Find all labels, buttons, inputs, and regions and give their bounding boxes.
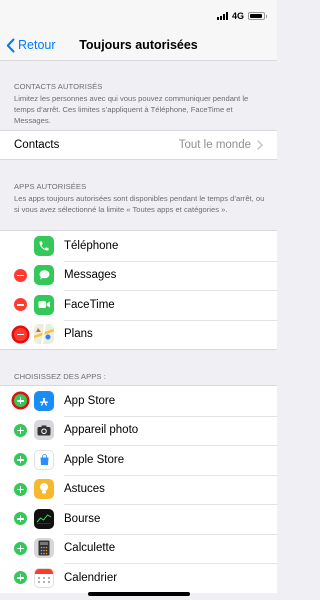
contacts-row-value-wrap: Tout le monde <box>179 139 263 151</box>
app-name: Téléphone <box>64 239 119 252</box>
app-name: Appareil photo <box>64 424 139 437</box>
app-name: Plans <box>64 328 93 341</box>
allowed-apps-list: Téléphone Messages FaceTime Plans <box>0 230 277 350</box>
add-app-button[interactable] <box>14 423 27 437</box>
calculator-icon <box>34 538 54 559</box>
choose-apps-section-header: CHOISISSEZ DES APPS : <box>14 372 106 381</box>
add-app-button[interactable] <box>14 541 27 555</box>
app-name: Calendrier <box>64 571 118 584</box>
allowed-apps-section-description: Les apps toujours autorisées sont dispon… <box>14 194 265 214</box>
allowed-app-row-facetime: FaceTime <box>0 290 277 320</box>
calendar-icon <box>34 567 54 588</box>
choose-app-row-calculator: Calculette <box>0 533 277 564</box>
app-name: Apple Store <box>64 453 125 466</box>
contacts-section-description: Limitez les personnes avec qui vous pouv… <box>14 94 249 125</box>
status-bar: 4G <box>0 0 277 30</box>
signal-icon <box>216 12 228 20</box>
contacts-row-value: Tout le monde <box>178 139 251 151</box>
status-indicators: 4G <box>216 11 267 21</box>
network-label: 4G <box>231 11 244 21</box>
add-app-button[interactable] <box>14 571 27 585</box>
allowed-app-row-messages: Messages <box>0 260 277 291</box>
messages-icon <box>34 265 54 286</box>
battery-icon <box>248 12 267 20</box>
app-name: Calculette <box>64 542 116 555</box>
back-button[interactable]: Retour <box>6 30 56 60</box>
remove-app-button[interactable] <box>14 298 27 312</box>
home-indicator <box>88 592 190 596</box>
navigation-bar: Toujours autorisées Retour <box>0 30 277 61</box>
remove-app-button[interactable] <box>14 268 27 282</box>
choose-app-row-apple-store: Apple Store <box>0 445 277 475</box>
app-name: App Store <box>64 394 116 407</box>
remove-app-button[interactable] <box>14 327 27 341</box>
choose-app-row-calendar: Calendrier <box>0 563 277 593</box>
phone-icon <box>34 235 54 256</box>
app-name: Astuces <box>64 483 105 496</box>
app-store-icon <box>34 390 54 411</box>
tips-icon <box>34 479 54 500</box>
back-button-label: Retour <box>18 38 56 52</box>
add-app-button[interactable] <box>14 512 27 526</box>
choose-app-row-stocks: Bourse <box>0 504 277 534</box>
app-name: Bourse <box>64 512 101 525</box>
allowed-apps-section-header: APPS AUTORISÉES <box>14 182 87 191</box>
camera-icon <box>34 420 54 441</box>
choose-app-row-app-store: App Store <box>0 386 277 416</box>
chevron-right-icon <box>257 140 263 150</box>
add-app-button[interactable] <box>14 482 27 496</box>
contacts-section-header: CONTACTS AUTORISÉS <box>14 82 103 91</box>
choose-app-row-tips: Astuces <box>0 474 277 505</box>
choose-app-row-camera: Appareil photo <box>0 415 277 446</box>
stocks-icon <box>34 508 54 529</box>
contacts-row-label: Contacts <box>14 139 60 151</box>
allowed-app-row-phone: Téléphone <box>0 231 277 261</box>
add-app-button[interactable] <box>14 394 27 408</box>
choose-apps-list: App Store Appareil photo Apple Store Ast… <box>0 385 277 593</box>
allowed-app-row-plans: Plans <box>0 319 277 350</box>
facetime-icon <box>34 294 54 315</box>
contacts-row[interactable]: Contacts Tout le monde <box>0 131 277 159</box>
add-app-button[interactable] <box>14 453 27 467</box>
app-name: Messages <box>64 269 117 282</box>
app-name: FaceTime <box>64 298 115 311</box>
maps-icon <box>34 324 54 345</box>
apple-store-icon <box>34 449 54 470</box>
contacts-group: Contacts Tout le monde <box>0 130 277 160</box>
chevron-left-icon <box>6 38 15 52</box>
